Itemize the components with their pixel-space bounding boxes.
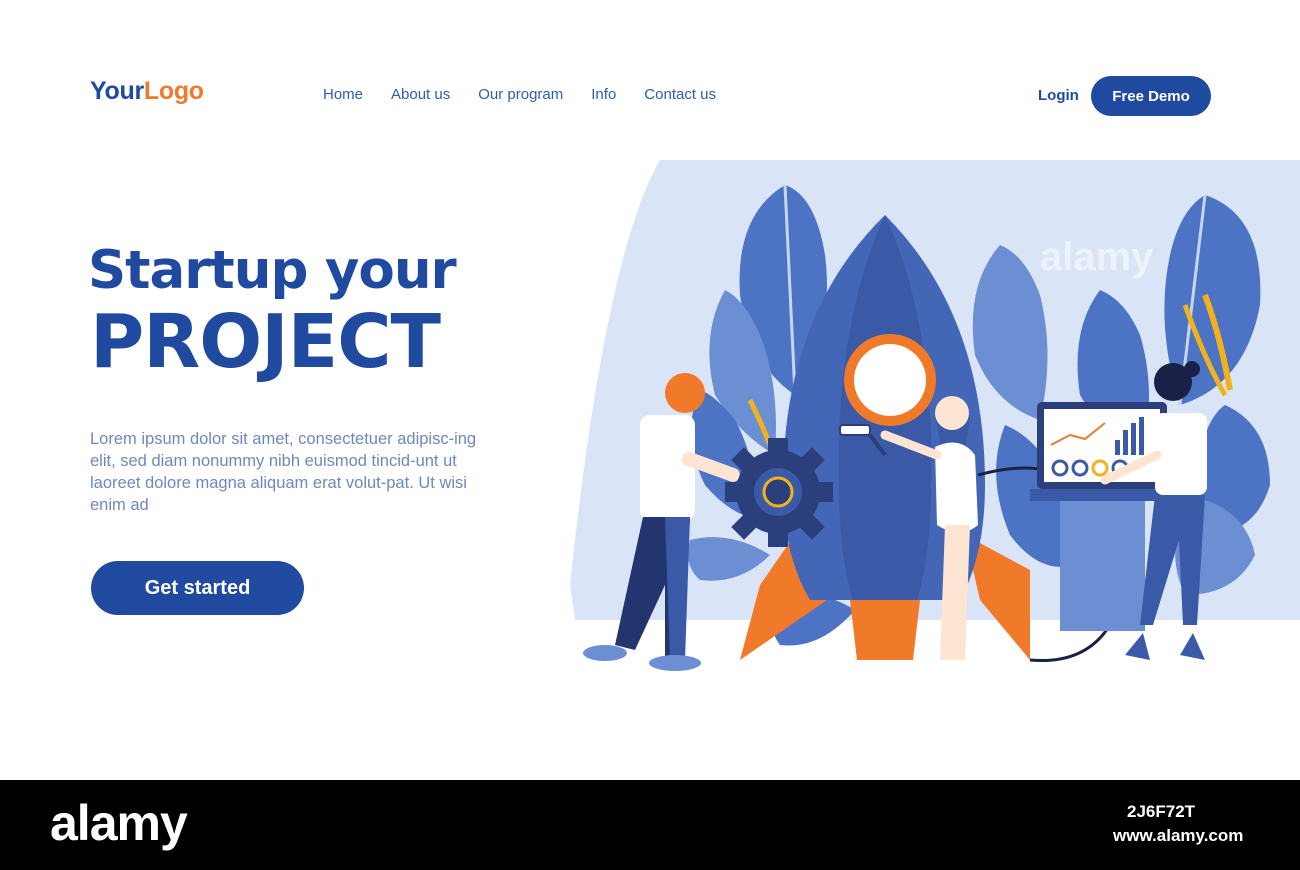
footer-image-code: 2J6F72T: [1127, 802, 1196, 821]
footer-brand: alamy: [50, 795, 188, 851]
gear-icon: [725, 438, 833, 547]
get-started-button[interactable]: Get started: [91, 561, 304, 615]
footer-url: www.alamy.com: [1113, 826, 1244, 845]
nav-about-us[interactable]: About us: [391, 86, 450, 103]
main-nav: Home About us Our program Info Contact u…: [323, 86, 716, 103]
hero-title-line2: PROJECT: [90, 299, 441, 385]
nav-our-program[interactable]: Our program: [478, 86, 563, 103]
hero-title-line1: Startup your: [88, 240, 457, 301]
watermark-footer: alamy 2J6F72T www.alamy.com: [0, 780, 1300, 870]
nav-info[interactable]: Info: [591, 86, 616, 103]
nav-contact-us[interactable]: Contact us: [644, 86, 716, 103]
nav-home[interactable]: Home: [323, 86, 363, 103]
logo[interactable]: YourLogo: [90, 77, 204, 106]
logo-part-logo: Logo: [143, 77, 204, 105]
login-link[interactable]: Login: [1038, 87, 1079, 104]
illustration-watermark: alamy: [1040, 235, 1154, 279]
free-demo-button[interactable]: Free Demo: [1091, 76, 1211, 116]
hero-body-text: Lorem ipsum dolor sit amet, consectetuer…: [90, 430, 477, 514]
startup-illustration: alamy: [565, 155, 1300, 675]
logo-part-your: Your: [90, 77, 144, 105]
